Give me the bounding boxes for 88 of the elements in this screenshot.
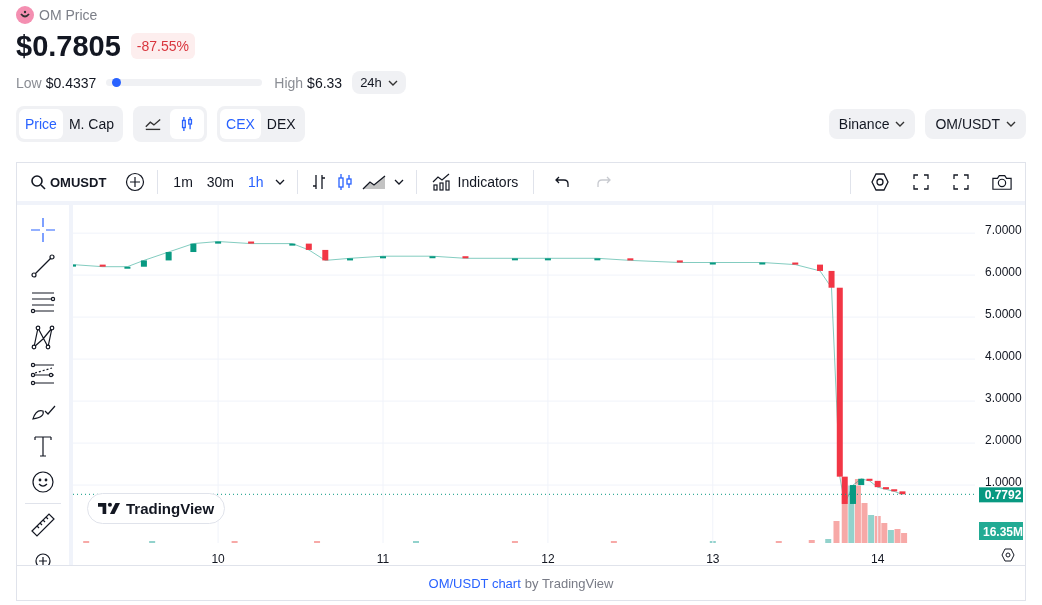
low-value: $0.4337 (45, 74, 97, 91)
x-axis-label: 10 (211, 552, 225, 565)
candle (124, 266, 131, 269)
exchange-dropdown[interactable]: Binance (828, 109, 916, 139)
candle (462, 256, 469, 259)
y-axis-label: 4.0000 (985, 349, 1022, 364)
candle (429, 256, 436, 259)
caret-icon[interactable] (274, 179, 285, 185)
settings-icon[interactable] (870, 172, 890, 192)
candle (289, 243, 296, 246)
interval-button[interactable]: 30m (203, 172, 238, 192)
candle (305, 243, 312, 250)
ruler-icon[interactable] (30, 512, 56, 538)
watermark-badge[interactable]: TradingView (87, 493, 226, 524)
area-chart-icon[interactable] (361, 174, 386, 190)
change-badge: -87.55% (130, 33, 195, 59)
caret-icon[interactable] (393, 179, 404, 185)
last-price-tag: 0.7792 (979, 487, 1023, 503)
candle (165, 252, 172, 261)
pattern-icon[interactable] (30, 325, 56, 351)
y-axis-label: 7.0000 (985, 223, 1022, 238)
y-axis-label: 3.0000 (985, 391, 1022, 406)
x-axis-label: 14 (871, 552, 885, 565)
interval-button[interactable]: 1m (170, 172, 196, 192)
trend-line-icon[interactable] (30, 253, 56, 279)
y-axis-label: 6.0000 (985, 265, 1022, 280)
market-tab[interactable]: DEX (260, 109, 302, 139)
smiley-logo-icon (16, 6, 34, 24)
y-axis-label: 5.0000 (985, 307, 1022, 322)
pair-dropdown[interactable]: OM/USDT (925, 109, 1026, 139)
undo-icon[interactable] (554, 174, 571, 190)
low-label: Low (16, 74, 42, 91)
smiley-icon[interactable] (30, 469, 56, 495)
fullscreen-icon[interactable] (912, 173, 930, 191)
candle (99, 264, 106, 267)
x-axis-label: 13 (706, 552, 720, 565)
candle (140, 260, 147, 267)
candlestick-tab[interactable] (170, 109, 205, 139)
line-chart-icon (144, 116, 163, 132)
candle (817, 264, 823, 271)
volume-tag: 16.35M (979, 522, 1023, 540)
candle (627, 258, 634, 261)
period-dropdown[interactable]: 24h (352, 71, 406, 94)
candle (215, 241, 222, 244)
y-axis-label: 1.0000 (985, 475, 1022, 490)
current-price: $0.7805 (16, 29, 121, 63)
candle (347, 258, 354, 261)
watermark-text: TradingView (126, 500, 215, 517)
candle (594, 258, 601, 261)
candlestick-icon[interactable] (335, 173, 354, 191)
candle (322, 249, 329, 261)
candle (511, 258, 518, 261)
horizontal-lines-icon[interactable] (30, 289, 56, 315)
indicators-button[interactable]: Indicators (428, 170, 522, 194)
camera-icon[interactable] (992, 172, 1012, 192)
view-tab[interactable]: M. Cap (62, 109, 121, 139)
search-icon (30, 174, 46, 190)
coin-title: OM Price (39, 7, 98, 23)
caret-icon (1006, 121, 1016, 127)
market-tab[interactable]: CEX (220, 109, 261, 139)
candle (544, 258, 551, 261)
candle (248, 241, 255, 244)
candle (792, 262, 799, 265)
chart-link[interactable]: OM/USDT chart (428, 575, 521, 591)
high-value: $6.33 (307, 74, 343, 91)
candle (73, 264, 76, 267)
view-tab[interactable]: Price (19, 109, 63, 139)
indicators-icon (431, 172, 452, 192)
axis-settings-icon[interactable] (1001, 548, 1015, 562)
projection-icon[interactable] (30, 361, 56, 387)
interval-button[interactable]: 1h (245, 172, 267, 192)
high-label: High (274, 74, 304, 91)
candle (676, 260, 683, 263)
candle (380, 256, 386, 259)
y-axis-label: 2.0000 (985, 433, 1022, 448)
candle (759, 262, 766, 265)
symbol-search[interactable]: OMUSDT (27, 172, 110, 192)
ref-line-label: 0.7792 (984, 487, 1022, 502)
candle (709, 262, 716, 265)
x-axis-label: 12 (541, 552, 555, 565)
attribution-text: by TradingView (524, 575, 614, 591)
logo-icon (98, 502, 120, 515)
x-axis-label: 11 (376, 552, 390, 565)
add-icon[interactable] (125, 172, 146, 192)
candle (190, 243, 197, 253)
caret-icon (895, 121, 906, 127)
fullscreen-icon[interactable] (952, 173, 970, 191)
caret-icon (387, 79, 398, 86)
